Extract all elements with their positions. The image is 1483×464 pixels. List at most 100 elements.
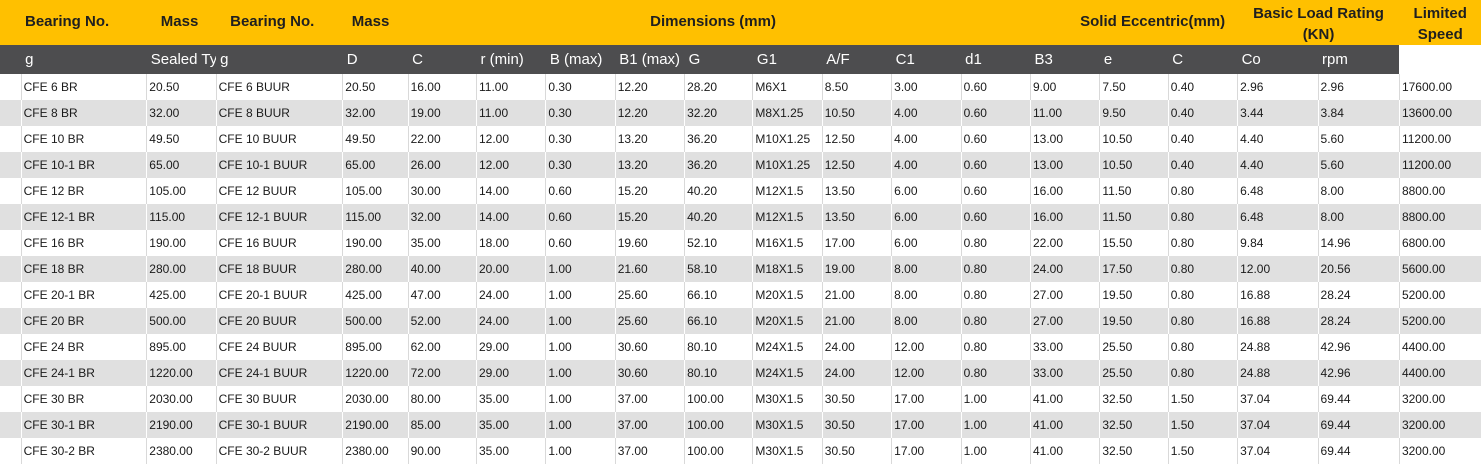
table-cell bbox=[0, 126, 22, 152]
table-cell: 28.24 bbox=[1317, 308, 1400, 334]
table-cell: 32.50 bbox=[1099, 438, 1169, 464]
table-cell: 12.20 bbox=[614, 74, 685, 100]
table-cell: 12.00 bbox=[891, 360, 962, 386]
table-cell: 30.50 bbox=[821, 438, 892, 464]
table-cell: 32.50 bbox=[1099, 412, 1169, 438]
table-cell: 18.00 bbox=[475, 230, 546, 256]
table-cell: 72.00 bbox=[407, 360, 477, 386]
table-cell: 32.20 bbox=[684, 100, 753, 126]
table-cell: 25.60 bbox=[614, 282, 685, 308]
header-row-top: Bearing No. Mass Bearing No. Mass Dimens… bbox=[0, 0, 1481, 45]
table-cell: CFE 20-1 BUUR bbox=[215, 282, 343, 308]
table-cell: 19.60 bbox=[614, 230, 685, 256]
table-cell: 115.00 bbox=[342, 204, 409, 230]
table-cell: 100.00 bbox=[684, 386, 753, 412]
table-cell: 24.00 bbox=[1029, 256, 1100, 282]
table-cell: 0.60 bbox=[960, 178, 1031, 204]
table-cell: 0.60 bbox=[545, 204, 616, 230]
table-cell: 0.80 bbox=[960, 282, 1031, 308]
table-cell: CFE 12 BR bbox=[20, 178, 147, 204]
table-cell: 10.50 bbox=[1099, 126, 1169, 152]
table-cell: 11.00 bbox=[475, 100, 546, 126]
table-cell: 115.00 bbox=[146, 204, 217, 230]
table-cell: 0.80 bbox=[1167, 256, 1238, 282]
table-cell: 80.10 bbox=[684, 334, 753, 360]
table-cell: 1.00 bbox=[960, 386, 1031, 412]
table-cell: 24.88 bbox=[1237, 334, 1319, 360]
table-cell: 100.00 bbox=[684, 438, 753, 464]
table-cell: 8800.00 bbox=[1398, 204, 1481, 230]
table-cell: 5.60 bbox=[1317, 126, 1400, 152]
table-cell: 37.04 bbox=[1237, 412, 1319, 438]
table-cell: 1.00 bbox=[545, 412, 616, 438]
table-cell: 35.00 bbox=[475, 438, 546, 464]
table-cell: 105.00 bbox=[146, 178, 217, 204]
table-cell: 65.00 bbox=[342, 152, 409, 178]
table-cell: M30X1.5 bbox=[752, 412, 823, 438]
table-cell: 2190.00 bbox=[146, 412, 217, 438]
table-cell: 69.44 bbox=[1317, 386, 1400, 412]
table-cell: 32.00 bbox=[407, 204, 477, 230]
table-cell: 12.50 bbox=[821, 152, 892, 178]
table-cell: M30X1.5 bbox=[752, 386, 823, 412]
table-cell: 66.10 bbox=[684, 282, 753, 308]
table-cell bbox=[0, 178, 22, 204]
subheader-cell: G bbox=[684, 45, 753, 74]
table-cell: CFE 12-1 BUUR bbox=[215, 204, 343, 230]
subheader-cell: C bbox=[1168, 45, 1238, 74]
bearing-spec-table: Bearing No. Mass Bearing No. Mass Dimens… bbox=[0, 0, 1481, 464]
table-cell: 30.00 bbox=[407, 178, 477, 204]
table-cell: 66.10 bbox=[684, 308, 753, 334]
table-cell: 3200.00 bbox=[1398, 412, 1481, 438]
table-cell: 0.40 bbox=[1167, 126, 1238, 152]
table-cell: CFE 20-1 BR bbox=[20, 282, 147, 308]
table-cell: 1.50 bbox=[1167, 438, 1238, 464]
table-cell: 24.00 bbox=[821, 334, 892, 360]
table-cell: 13.50 bbox=[821, 204, 892, 230]
table-cell: 11.00 bbox=[1029, 100, 1100, 126]
table-cell: 2380.00 bbox=[146, 438, 217, 464]
subheader-cell: Co bbox=[1237, 45, 1319, 74]
table-cell: M24X1.5 bbox=[752, 360, 823, 386]
table-cell: 895.00 bbox=[342, 334, 409, 360]
table-cell: 25.60 bbox=[614, 308, 685, 334]
table-row: CFE 8 BR 32.00 CFE 8 BUUR 32.00 19.00 11.00 0.… bbox=[0, 100, 1481, 126]
table-cell: 3200.00 bbox=[1398, 386, 1481, 412]
subheader-cell: B3 bbox=[1030, 45, 1100, 74]
table-cell: 13.00 bbox=[1029, 152, 1100, 178]
table-cell: 500.00 bbox=[342, 308, 409, 334]
table-row: CFE 24-1 BR 1220.00 CFE 24-1 BUUR 1220.00 72… bbox=[0, 360, 1481, 386]
table-cell: 4.00 bbox=[891, 152, 962, 178]
table-cell: 0.80 bbox=[1167, 230, 1238, 256]
table-row: CFE 30 BR 2030.00 CFE 30 BUUR 2030.00 80.00 3… bbox=[0, 386, 1481, 412]
table-cell: 0.80 bbox=[1167, 282, 1238, 308]
table-cell: CFE 10 BUUR bbox=[215, 126, 343, 152]
header-basic-load-rating: Basic Load Rating (KN) bbox=[1237, 0, 1400, 45]
table-cell: CFE 30-1 BUUR bbox=[215, 412, 343, 438]
table-cell: 12.50 bbox=[821, 126, 892, 152]
bearing-spec-table-container: Bearing No. Mass Bearing No. Mass Dimens… bbox=[0, 0, 1481, 464]
table-cell: 0.30 bbox=[545, 100, 616, 126]
table-cell: 12.00 bbox=[891, 334, 962, 360]
table-cell: 1.00 bbox=[545, 438, 616, 464]
table-cell: 21.00 bbox=[821, 282, 892, 308]
table-cell bbox=[0, 230, 22, 256]
table-cell: 37.04 bbox=[1237, 386, 1319, 412]
table-cell: 6.00 bbox=[891, 230, 962, 256]
table-cell: 0.60 bbox=[960, 126, 1031, 152]
table-cell: 1.50 bbox=[1167, 386, 1238, 412]
table-cell: 9.00 bbox=[1029, 74, 1100, 100]
table-cell: M20X1.5 bbox=[752, 282, 823, 308]
table-cell: CFE 18 BUUR bbox=[215, 256, 343, 282]
table-cell: 49.50 bbox=[342, 126, 409, 152]
table-cell: CFE 16 BUUR bbox=[215, 230, 343, 256]
table-cell: 11.50 bbox=[1099, 204, 1169, 230]
table-cell: 0.60 bbox=[960, 152, 1031, 178]
table-cell: CFE 12-1 BR bbox=[20, 204, 147, 230]
table-cell: 12.00 bbox=[475, 152, 546, 178]
subheader-cell: g bbox=[216, 45, 343, 74]
table-cell bbox=[0, 100, 22, 126]
subheader-cell: r (min) bbox=[476, 45, 546, 74]
table-cell: 5.60 bbox=[1317, 152, 1400, 178]
table-cell: 6.48 bbox=[1237, 178, 1319, 204]
